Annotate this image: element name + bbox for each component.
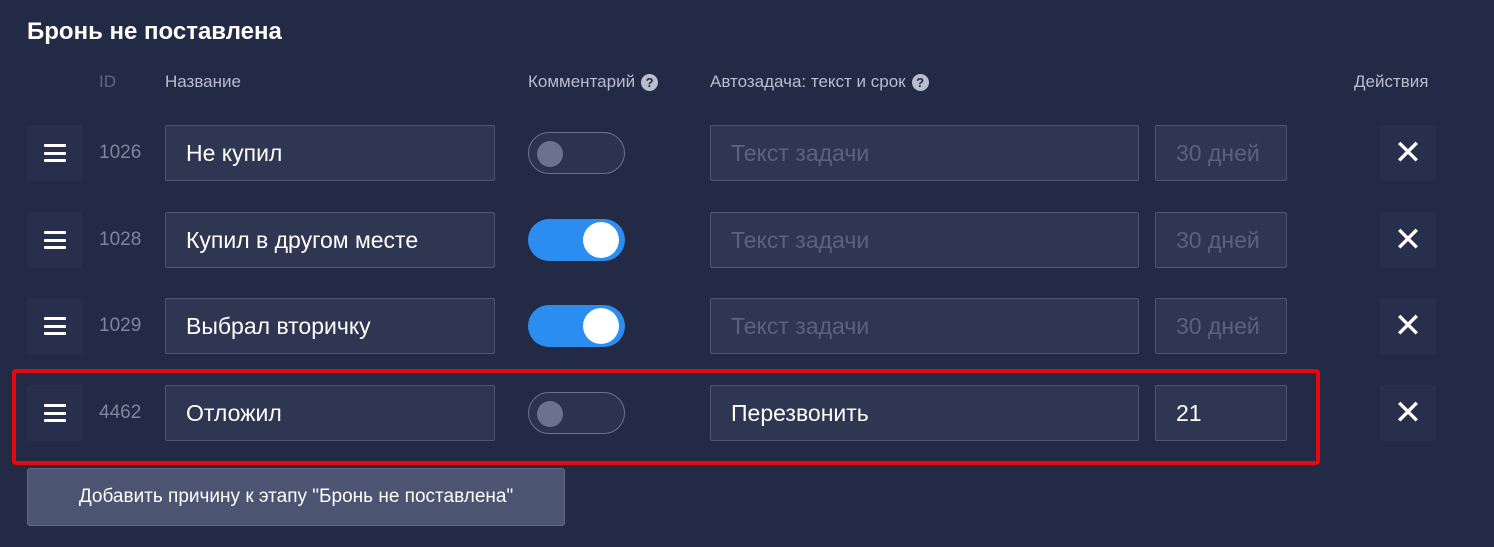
column-header-name-label: Название (165, 72, 241, 91)
column-header-actions: Действия (1354, 72, 1428, 92)
reason-row: 1029 Выбрал вторичку Текст задачи 30 дне… (0, 298, 1494, 354)
comment-toggle[interactable] (528, 132, 625, 174)
reason-id: 1028 (99, 229, 142, 250)
toggle-knob (583, 308, 619, 344)
comment-toggle[interactable] (528, 392, 625, 434)
drag-handle-icon[interactable] (27, 298, 83, 354)
drag-handle-icon[interactable] (27, 385, 83, 441)
reason-name-input[interactable]: Выбрал вторичку (165, 298, 495, 354)
reason-id: 1026 (99, 142, 142, 163)
column-header-id: ID (99, 72, 116, 92)
reason-name-input[interactable]: Отложил (165, 385, 495, 441)
task-days-input[interactable]: 21 (1155, 385, 1287, 441)
toggle-knob (537, 141, 563, 167)
task-text-input[interactable]: Перезвонить (710, 385, 1139, 441)
column-header-name: Название (165, 72, 241, 92)
comment-toggle[interactable] (528, 305, 625, 347)
toggle-knob (583, 222, 619, 258)
reason-name-input[interactable]: Не купил (165, 125, 495, 181)
task-days-input[interactable]: 30 дней (1155, 298, 1287, 354)
add-reason-button[interactable]: Добавить причину к этапу "Бронь не поста… (27, 468, 565, 526)
delete-icon[interactable]: ✕ (1380, 125, 1436, 181)
task-text-input[interactable]: Текст задачи (710, 298, 1139, 354)
task-text-input[interactable]: Текст задачи (710, 125, 1139, 181)
task-days-input[interactable]: 30 дней (1155, 125, 1287, 181)
column-header-id-label: ID (99, 72, 116, 91)
reason-row: 1026 Не купил Текст задачи 30 дней ✕ (0, 125, 1494, 181)
section-title: Бронь не поставлена (27, 18, 282, 45)
reason-id: 1029 (99, 315, 142, 336)
task-days-input[interactable]: 30 дней (1155, 212, 1287, 268)
column-header-actions-label: Действия (1354, 72, 1429, 91)
drag-handle-icon[interactable] (27, 125, 83, 181)
reason-name-input[interactable]: Купил в другом месте (165, 212, 495, 268)
column-header-comment: Комментарий ? (528, 72, 659, 92)
column-header-autotask: Автозадача: текст и срок ? (710, 72, 929, 92)
task-text-input[interactable]: Текст задачи (710, 212, 1139, 268)
reason-id: 4462 (99, 402, 142, 423)
comment-toggle[interactable] (528, 219, 625, 261)
delete-icon[interactable]: ✕ (1380, 298, 1436, 354)
help-icon[interactable]: ? (641, 73, 659, 91)
toggle-knob (537, 401, 563, 427)
drag-handle-icon[interactable] (27, 212, 83, 268)
column-header-autotask-label: Автозадача: текст и срок (710, 72, 906, 91)
delete-icon[interactable]: ✕ (1380, 385, 1436, 441)
delete-icon[interactable]: ✕ (1380, 212, 1436, 268)
column-header-comment-label: Комментарий (528, 72, 636, 91)
reason-row: 4462 Отложил Перезвонить 21 ✕ (0, 385, 1494, 441)
help-icon[interactable]: ? (911, 73, 929, 91)
reason-row: 1028 Купил в другом месте Текст задачи 3… (0, 212, 1494, 268)
